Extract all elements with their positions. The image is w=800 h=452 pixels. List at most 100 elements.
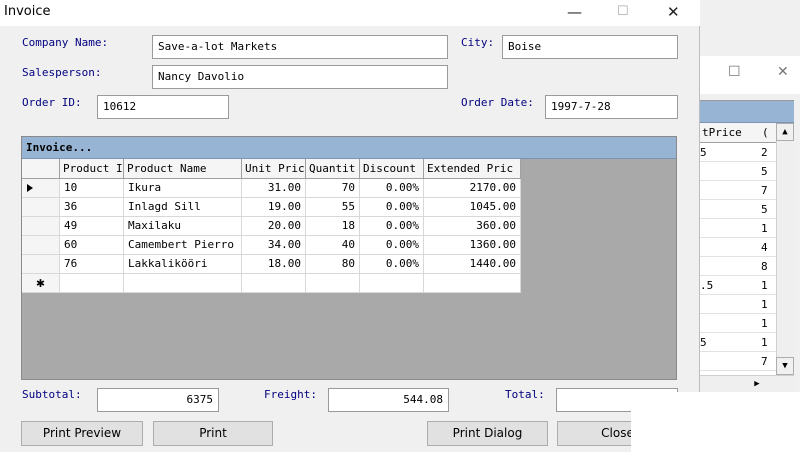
maximize-icon[interactable]: ☐ bbox=[617, 4, 629, 19]
order-id-field[interactable]: 10612 bbox=[97, 95, 229, 119]
background-maximize-icon[interactable]: ☐ bbox=[728, 64, 741, 80]
background-cell[interactable]: 4 bbox=[761, 241, 768, 254]
column-header[interactable]: Extended Pric bbox=[424, 159, 521, 179]
product-id-cell[interactable]: 76 bbox=[60, 255, 124, 274]
column-header[interactable]: Quantit bbox=[306, 159, 360, 179]
column-header[interactable]: Product Name bbox=[124, 159, 242, 179]
unit-price-cell[interactable]: 18.00 bbox=[242, 255, 306, 274]
grid-line bbox=[700, 180, 760, 181]
discount-cell[interactable]: 0.00% bbox=[360, 179, 424, 198]
row-header[interactable] bbox=[22, 217, 60, 236]
row-header[interactable] bbox=[22, 236, 60, 255]
scroll-down-icon[interactable]: ▼ bbox=[776, 357, 794, 375]
table-row[interactable]: 10 Ikura 31.00 70 0.00% 2170.00 bbox=[22, 179, 521, 198]
new-quantity-cell[interactable] bbox=[306, 274, 360, 293]
grid-body: Product I Product Name Unit Pric Quantit… bbox=[22, 159, 521, 293]
discount-cell[interactable]: 0.00% bbox=[360, 236, 424, 255]
grid-header-row: Product I Product Name Unit Pric Quantit… bbox=[22, 159, 521, 179]
freight-field[interactable]: 544.08 bbox=[328, 388, 449, 412]
background-vertical-scrollbar[interactable]: ▲ ▼ bbox=[776, 123, 794, 375]
extended-price-cell[interactable]: 2170.00 bbox=[424, 179, 521, 198]
order-date-field[interactable]: 1997-7-28 bbox=[545, 95, 678, 119]
row-header[interactable] bbox=[22, 198, 60, 217]
quantity-cell[interactable]: 40 bbox=[306, 236, 360, 255]
new-row-asterisk-icon[interactable]: ✱ bbox=[22, 274, 60, 293]
grid-line bbox=[760, 180, 776, 181]
background-cell[interactable]: 1 bbox=[761, 298, 768, 311]
background-cell[interactable]: 7 bbox=[761, 355, 768, 368]
grid-line bbox=[760, 256, 776, 257]
discount-cell[interactable]: 0.00% bbox=[360, 198, 424, 217]
unit-price-cell[interactable]: 19.00 bbox=[242, 198, 306, 217]
product-id-cell[interactable]: 36 bbox=[60, 198, 124, 217]
product-name-cell[interactable]: Maxilaku bbox=[124, 217, 242, 236]
background-cell[interactable]: 5 bbox=[761, 165, 768, 178]
minimize-icon[interactable]: — bbox=[567, 3, 582, 21]
quantity-cell[interactable]: 18 bbox=[306, 217, 360, 236]
city-field[interactable]: Boise bbox=[502, 35, 678, 59]
unit-price-cell[interactable]: 20.00 bbox=[242, 217, 306, 236]
total-label: Total: bbox=[505, 388, 545, 401]
print-dialog-button[interactable]: Print Dialog bbox=[427, 421, 548, 446]
product-id-cell[interactable]: 10 bbox=[60, 179, 124, 198]
extended-price-cell[interactable]: 1045.00 bbox=[424, 198, 521, 217]
discount-cell[interactable]: 0.00% bbox=[360, 255, 424, 274]
background-close-icon[interactable]: ✕ bbox=[777, 64, 789, 80]
product-name-cell[interactable]: Ikura bbox=[124, 179, 242, 198]
quantity-cell[interactable]: 70 bbox=[306, 179, 360, 198]
unit-price-cell[interactable]: 34.00 bbox=[242, 236, 306, 255]
background-column-header: ( bbox=[762, 126, 769, 139]
background-cell[interactable]: 7 bbox=[761, 184, 768, 197]
grid-line bbox=[700, 218, 760, 219]
company-name-field[interactable]: Save-a-lot Markets bbox=[152, 35, 448, 59]
column-header[interactable]: Product I bbox=[60, 159, 124, 179]
new-product-name-cell[interactable] bbox=[124, 274, 242, 293]
column-header[interactable]: Discount bbox=[360, 159, 424, 179]
scroll-up-icon[interactable]: ▲ bbox=[776, 123, 794, 141]
background-cell[interactable]: 5 bbox=[700, 146, 707, 159]
extended-price-cell[interactable]: 1360.00 bbox=[424, 236, 521, 255]
table-row[interactable]: 36 Inlagd Sill 19.00 55 0.00% 1045.00 bbox=[22, 198, 521, 217]
grid-line bbox=[700, 332, 760, 333]
quantity-cell[interactable]: 55 bbox=[306, 198, 360, 217]
new-product-id-cell[interactable] bbox=[60, 274, 124, 293]
grid-line bbox=[760, 351, 776, 352]
background-cell[interactable]: 8 bbox=[761, 260, 768, 273]
product-name-cell[interactable]: Inlagd Sill bbox=[124, 198, 242, 217]
product-name-cell[interactable]: Camembert Pierro bbox=[124, 236, 242, 255]
print-button[interactable]: Print bbox=[153, 421, 273, 446]
new-row[interactable]: ✱ bbox=[22, 274, 521, 293]
background-cell[interactable]: 2 bbox=[761, 146, 768, 159]
background-cell[interactable]: 1 bbox=[761, 222, 768, 235]
background-cell[interactable]: 1 bbox=[761, 317, 768, 330]
quantity-cell[interactable]: 80 bbox=[306, 255, 360, 274]
grid-line bbox=[700, 256, 760, 257]
background-cell[interactable]: 1 bbox=[761, 279, 768, 292]
extended-price-cell[interactable]: 1440.00 bbox=[424, 255, 521, 274]
background-cell[interactable]: 5 bbox=[700, 336, 707, 349]
product-id-cell[interactable]: 60 bbox=[60, 236, 124, 255]
row-header[interactable] bbox=[22, 255, 60, 274]
new-discount-cell[interactable] bbox=[360, 274, 424, 293]
current-row-pointer-icon[interactable] bbox=[22, 179, 60, 198]
background-cell[interactable]: 5 bbox=[761, 203, 768, 216]
background-cell[interactable]: 1 bbox=[761, 336, 768, 349]
discount-cell[interactable]: 0.00% bbox=[360, 217, 424, 236]
table-row[interactable]: 60 Camembert Pierro 34.00 40 0.00% 1360.… bbox=[22, 236, 521, 255]
new-unit-price-cell[interactable] bbox=[242, 274, 306, 293]
grid-line bbox=[760, 370, 776, 371]
print-preview-button[interactable]: Print Preview bbox=[21, 421, 143, 446]
salesperson-field[interactable]: Nancy Davolio bbox=[152, 65, 448, 89]
column-header[interactable]: Unit Pric bbox=[242, 159, 306, 179]
product-name-cell[interactable]: Lakkalikööri bbox=[124, 255, 242, 274]
new-extended-price-cell[interactable] bbox=[424, 274, 521, 293]
subtotal-field[interactable]: 6375 bbox=[97, 388, 219, 412]
product-id-cell[interactable]: 49 bbox=[60, 217, 124, 236]
grid-line bbox=[760, 294, 776, 295]
table-row[interactable]: 76 Lakkalikööri 18.00 80 0.00% 1440.00 bbox=[22, 255, 521, 274]
extended-price-cell[interactable]: 360.00 bbox=[424, 217, 521, 236]
background-cell[interactable]: .5 bbox=[700, 279, 713, 292]
table-row[interactable]: 49 Maxilaku 20.00 18 0.00% 360.00 bbox=[22, 217, 521, 236]
unit-price-cell[interactable]: 31.00 bbox=[242, 179, 306, 198]
close-icon[interactable]: ✕ bbox=[667, 3, 680, 21]
